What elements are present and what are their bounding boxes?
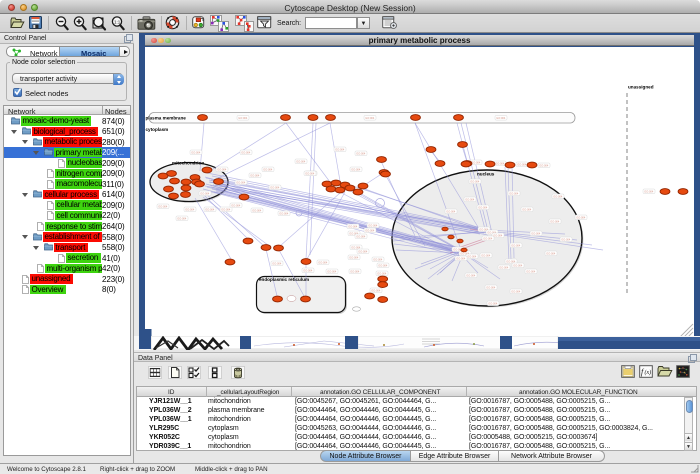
svg-text:GO:004: GO:004 [365,229,375,233]
svg-text:nucleus: nucleus [477,172,495,177]
svg-text:GO:004: GO:004 [466,274,476,278]
svg-text:GO:004: GO:004 [531,232,541,236]
svg-text:GO:004: GO:004 [493,234,503,238]
svg-text:endoplasmic reticulum: endoplasmic reticulum [259,277,309,282]
svg-text:cytoplasm: cytoplasm [146,127,169,132]
svg-text:GO:004: GO:004 [365,116,375,120]
svg-text:GO:004: GO:004 [550,220,560,224]
svg-text:GO:004: GO:004 [373,258,383,262]
svg-text:GO:004: GO:004 [185,208,195,212]
svg-text:GO:004: GO:004 [483,237,493,241]
svg-text:GO:004: GO:004 [241,151,251,155]
svg-text:GO:004: GO:004 [263,168,273,172]
svg-text:GO:004: GO:004 [488,302,498,306]
svg-text:GO:004: GO:004 [511,290,521,294]
svg-text:GO:004: GO:004 [539,164,549,168]
svg-text:GO:004: GO:004 [350,270,360,274]
svg-text:unassigned: unassigned [628,85,654,90]
svg-text:GO:004: GO:004 [644,190,654,194]
svg-text:GO:004: GO:004 [471,161,481,165]
svg-text:GO:004: GO:004 [553,195,563,199]
svg-text:(x): (x) [645,369,652,376]
svg-text:GO:004: GO:004 [456,257,466,261]
svg-text:GO:004: GO:004 [446,210,456,214]
svg-text:GO:004: GO:004 [303,269,313,273]
svg-text:GO:004: GO:004 [546,252,556,256]
svg-text:GO:004: GO:004 [349,256,359,260]
svg-text:GO:004: GO:004 [486,286,496,290]
svg-text:GO:004: GO:004 [231,204,241,208]
svg-text:GO:004: GO:004 [358,250,368,254]
svg-text:GO:004: GO:004 [526,270,536,274]
svg-text:GO:004: GO:004 [205,208,215,212]
svg-text:GO:004: GO:004 [351,168,361,172]
svg-text:GO:004: GO:004 [368,224,378,228]
svg-text:GO:004: GO:004 [272,262,282,266]
svg-text:GO:004: GO:004 [356,152,366,156]
svg-text:GO:004: GO:004 [513,264,523,268]
svg-text:GO:004: GO:004 [509,192,519,196]
svg-text:GO:004: GO:004 [236,181,246,185]
svg-text:GO:004: GO:004 [517,163,527,167]
svg-text:GO:004: GO:004 [496,116,506,120]
svg-text:GO:004: GO:004 [270,186,280,190]
svg-text:mitochondrion: mitochondrion [172,161,204,166]
svg-text:GO:004: GO:004 [221,208,231,212]
svg-text:GO:004: GO:004 [177,217,187,221]
svg-text:GO:004: GO:004 [217,168,227,172]
svg-text:GO:004: GO:004 [158,205,168,209]
svg-text:GO:004: GO:004 [522,208,532,212]
svg-text:GO:004: GO:004 [371,289,381,293]
svg-text:GO:004: GO:004 [335,148,345,152]
svg-text:GO:004: GO:004 [200,192,210,196]
svg-text:GO:004: GO:004 [481,254,491,258]
svg-text:GO:004: GO:004 [499,266,509,270]
svg-text:GO:004: GO:004 [511,244,521,248]
svg-text:GO:004: GO:004 [252,209,262,213]
svg-text:GO:004: GO:004 [470,180,480,184]
svg-text:GO:004: GO:004 [561,238,571,242]
svg-text:GO:004: GO:004 [377,272,387,276]
svg-text:GO:004: GO:004 [576,216,586,220]
svg-text:GO:004: GO:004 [279,212,289,216]
svg-text:GO:004: GO:004 [378,264,388,268]
svg-text:1:1: 1:1 [114,20,121,25]
svg-text:GO:004: GO:004 [478,206,488,210]
svg-text:GO:004: GO:004 [495,162,505,166]
svg-text:GO:004: GO:004 [305,172,315,176]
svg-text:GO:004: GO:004 [296,160,306,164]
svg-text:GO:004: GO:004 [467,255,477,259]
svg-text:GO:004: GO:004 [318,261,328,265]
svg-text:GO:004: GO:004 [250,174,260,178]
svg-text:GO:004: GO:004 [238,116,248,120]
svg-text:plasma membrane: plasma membrane [146,116,187,121]
svg-text:GO:004: GO:004 [348,225,358,229]
svg-text:GO:004: GO:004 [356,235,366,239]
svg-text:GO:004: GO:004 [327,270,337,274]
svg-text:GO:004: GO:004 [191,151,201,155]
svg-text:GO:004: GO:004 [465,198,475,202]
